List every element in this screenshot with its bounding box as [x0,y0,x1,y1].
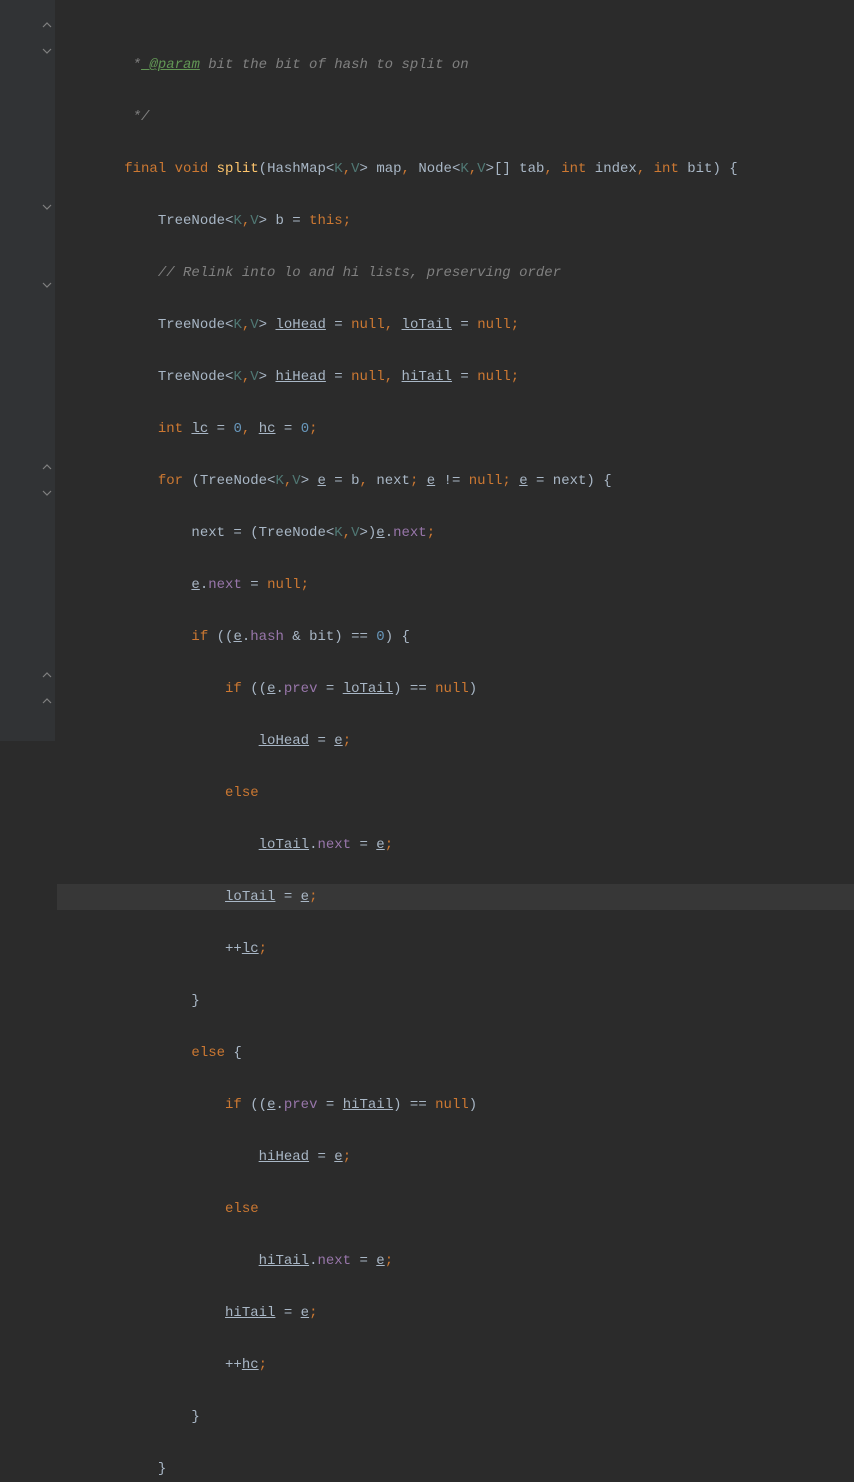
code-line[interactable]: ++lc; [57,936,854,962]
code-line[interactable]: else { [57,1040,854,1066]
code-line[interactable]: if ((e.prev = loTail) == null) [57,676,854,702]
code-line[interactable]: if ((e.prev = hiTail) == null) [57,1092,854,1118]
code-line[interactable]: // Relink into lo and hi lists, preservi… [57,260,854,286]
code-line[interactable]: if ((e.hash & bit) == 0) { [57,624,854,650]
code-line[interactable]: final void split(HashMap<K,V> map, Node<… [57,156,854,182]
code-line[interactable]: TreeNode<K,V> loHead = null, loTail = nu… [57,312,854,338]
code-line[interactable]: loHead = e; [57,728,854,754]
fold-down-icon[interactable] [42,280,52,290]
code-line[interactable]: } [57,1404,854,1430]
fold-up-icon[interactable] [42,670,52,680]
code-line[interactable]: ++hc; [57,1352,854,1378]
fold-down-icon[interactable] [42,46,52,56]
code-line[interactable]: */ [57,104,854,130]
code-line[interactable]: TreeNode<K,V> b = this; [57,208,854,234]
fold-down-icon[interactable] [42,488,52,498]
code-line-current[interactable]: loTail = e; [57,884,854,910]
code-line[interactable]: } [57,988,854,1014]
code-line[interactable]: else [57,1196,854,1222]
code-line[interactable]: * @param bit the bit of hash to split on [57,52,854,78]
fold-up-icon[interactable] [42,20,52,30]
code-line[interactable]: TreeNode<K,V> hiHead = null, hiTail = nu… [57,364,854,390]
code-line[interactable]: hiHead = e; [57,1144,854,1170]
code-area[interactable]: * @param bit the bit of hash to split on… [55,0,854,741]
code-line[interactable]: loTail.next = e; [57,832,854,858]
fold-up-icon[interactable] [42,696,52,706]
fold-up-icon[interactable] [42,462,52,472]
code-editor[interactable]: * @param bit the bit of hash to split on… [0,0,854,741]
code-line[interactable]: else [57,780,854,806]
fold-down-icon[interactable] [42,202,52,212]
code-line[interactable]: } [57,1456,854,1482]
gutter [0,0,55,741]
code-line[interactable]: next = (TreeNode<K,V>)e.next; [57,520,854,546]
code-line[interactable]: for (TreeNode<K,V> e = b, next; e != nul… [57,468,854,494]
code-line[interactable]: int lc = 0, hc = 0; [57,416,854,442]
code-line[interactable]: e.next = null; [57,572,854,598]
code-line[interactable]: hiTail = e; [57,1300,854,1326]
code-line[interactable]: hiTail.next = e; [57,1248,854,1274]
